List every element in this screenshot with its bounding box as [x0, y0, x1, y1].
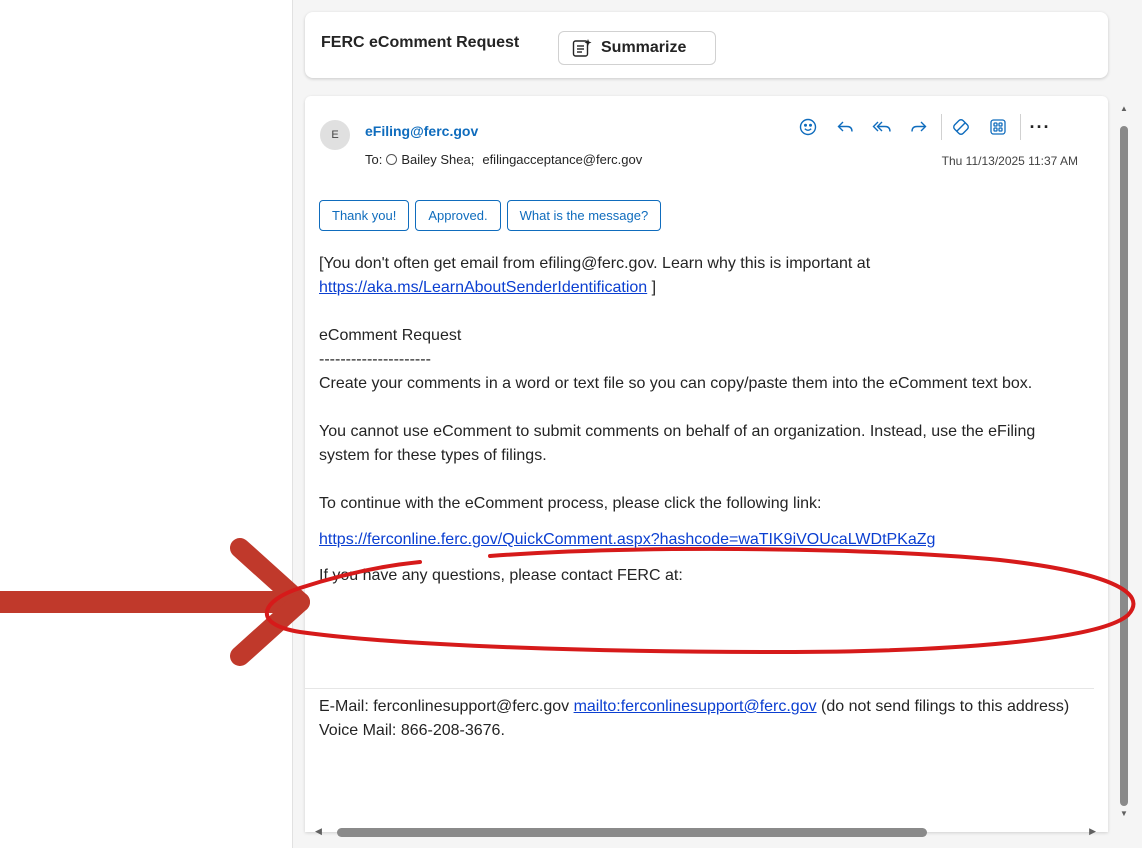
quick-reply-thank-you[interactable]: Thank you! [319, 200, 410, 231]
quick-comment-link[interactable]: https://ferconline.ferc.gov/QuickComment… [319, 531, 935, 548]
horizontal-scrollbar[interactable]: ◀ ▶ [305, 822, 1108, 842]
voicemail-line: Voice Mail: 866-208-3676. [319, 722, 505, 739]
suggested-replies: Thank you! Approved. What is the message… [319, 200, 662, 231]
toolbar-separator [941, 114, 942, 140]
reply-button[interactable] [830, 112, 860, 142]
apps-icon [990, 119, 1006, 135]
scroll-up-icon[interactable]: ▲ [1120, 104, 1128, 113]
red-arrow-icon [0, 538, 310, 666]
mailto-support-link[interactable]: mailto:ferconlinesupport@ferc.gov [574, 698, 817, 715]
subject-header: FERC eComment Request Summarize [305, 12, 1108, 78]
email-suffix: (do not send filings to this address) [816, 698, 1070, 715]
contact-footer: E-Mail: ferconlinesupport@ferc.gov mailt… [319, 695, 1089, 743]
scroll-left-icon[interactable]: ◀ [315, 826, 322, 837]
message-card: E eFiling@ferc.gov To: Bailey Shea; efil… [305, 96, 1108, 832]
presence-icon [386, 154, 398, 165]
avatar[interactable]: E [320, 120, 350, 150]
body-heading-block: eComment Request --------------------- C… [319, 324, 1089, 396]
body-para-2: You cannot use eComment to submit commen… [319, 423, 1036, 464]
quick-reply-what-is-the-message[interactable]: What is the message? [506, 200, 662, 231]
quoted-divider [305, 688, 1094, 689]
message-date: Thu 11/13/2025 11:37 AM [941, 154, 1078, 168]
forward-button[interactable] [904, 112, 934, 142]
to-label: To: [365, 152, 383, 167]
recipient-efilingacceptance[interactable]: efilingacceptance@ferc.gov [482, 152, 642, 167]
body-heading: eComment Request [319, 327, 462, 344]
vertical-scroll-thumb[interactable] [1120, 126, 1128, 806]
toolbar-separator [1020, 114, 1021, 140]
learn-about-sender-link[interactable]: https://aka.ms/LearnAboutSenderIdentific… [319, 279, 647, 296]
reply-icon [837, 121, 853, 132]
forward-icon [911, 121, 927, 132]
sender-warning: [You don't often get email from efiling@… [319, 255, 871, 296]
more-icon: ··· [1029, 116, 1051, 137]
summarize-icon [572, 39, 592, 57]
summarize-label: Summarize [601, 39, 687, 56]
more-button[interactable]: ··· [1025, 112, 1055, 142]
body-para-1: Create your comments in a word or text f… [319, 375, 1033, 392]
message-body: [You don't often get email from efiling@… [319, 252, 1089, 612]
sender-name[interactable]: eFiling@ferc.gov [365, 123, 478, 139]
copilot-icon [953, 119, 969, 135]
copilot-button[interactable] [946, 112, 976, 142]
subject-title: FERC eComment Request [321, 34, 520, 51]
apps-button[interactable] [983, 112, 1013, 142]
emoji-button[interactable] [793, 112, 823, 142]
quick-reply-approved[interactable]: Approved. [415, 200, 501, 231]
vertical-scrollbar[interactable]: ▲ ▼ [1117, 96, 1131, 822]
emoji-icon [799, 118, 817, 136]
scroll-right-icon[interactable]: ▶ [1089, 826, 1096, 837]
body-para-3: To continue with the eComment process, p… [319, 495, 822, 512]
body-para-4: If you have any questions, please contac… [319, 567, 683, 584]
scroll-down-icon[interactable]: ▼ [1120, 809, 1128, 818]
recipient-bailey-shea[interactable]: Bailey Shea; [401, 152, 474, 167]
recipients-line: To: Bailey Shea; efilingacceptance@ferc.… [365, 152, 642, 167]
summarize-button[interactable]: Summarize [558, 31, 716, 65]
email-prefix: E-Mail: ferconlinesupport@ferc.gov [319, 698, 574, 715]
horizontal-scroll-thumb[interactable] [337, 828, 927, 837]
reply-all-button[interactable] [867, 112, 897, 142]
body-rule: --------------------- [319, 351, 431, 368]
message-actions: ··· [793, 112, 1062, 142]
reply-all-icon [872, 121, 891, 132]
